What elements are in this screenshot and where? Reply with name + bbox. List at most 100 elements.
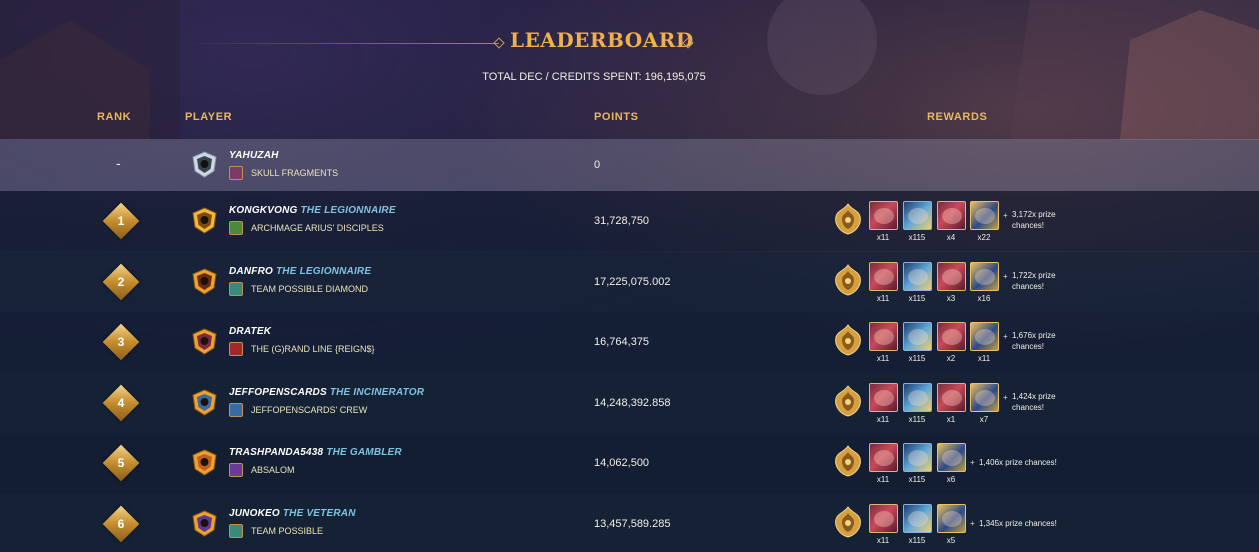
prize-chances: 1,722x prize chances! <box>1012 270 1056 292</box>
reward-quantity: x16 <box>977 294 991 303</box>
table-row[interactable]: 3 DRATEK THE (G)RAND LINE {REIGN$} 16,764,3… <box>0 312 1259 372</box>
total-spent-label: TOTAL DEC / CREDITS SPENT: 196,195,075 <box>482 71 706 83</box>
player-name-text: DANFRO <box>229 266 273 277</box>
guild-banner-icon <box>229 524 243 538</box>
reward-quantity: x7 <box>979 415 989 424</box>
player-name[interactable]: DANFRO THE LEGIONNAIRE <box>229 266 371 277</box>
reward-quantity: x2 <box>946 354 956 363</box>
reward-card-icon[interactable] <box>903 201 932 230</box>
reward-card-icon[interactable] <box>937 262 966 291</box>
column-header-rank: RANK <box>97 111 132 123</box>
player-title: THE LEGIONNAIRE <box>275 266 372 277</box>
reward-quantity: x6 <box>946 475 956 484</box>
league-shield-icon <box>192 449 217 476</box>
reward-card-icon[interactable] <box>903 262 932 291</box>
reward-card-icon[interactable] <box>970 201 999 230</box>
guild-name[interactable]: THE (G)RAND LINE {REIGN$} <box>251 344 375 354</box>
leaderboard-header: LEADERBOARD <box>0 28 1259 58</box>
table-row[interactable]: 2 DANFRO THE LEGIONNAIRE TEAM POSSIBLE DIAM… <box>0 252 1259 312</box>
prize-chances-line-1: 3,172x prize <box>1012 210 1056 219</box>
reward-card-icon[interactable] <box>869 443 898 472</box>
reward-card-icon[interactable] <box>937 322 966 351</box>
reward-quantity: x115 <box>908 354 926 363</box>
reward-card-icon[interactable] <box>937 504 966 533</box>
reward-card-icon[interactable] <box>970 262 999 291</box>
plus-icon: + <box>1003 393 1008 402</box>
reward-quantity: x11 <box>876 354 890 363</box>
prize-chances: 3,172x prize chances! <box>1012 209 1056 231</box>
rank-value: 4 <box>117 396 125 410</box>
reward-card-icon[interactable] <box>869 383 898 412</box>
golden-emblem-icon <box>835 445 861 477</box>
league-shield-icon <box>192 510 217 537</box>
guild-name[interactable]: ABSALOM <box>251 465 295 475</box>
plus-icon: + <box>970 458 975 467</box>
player-title: THE LEGIONNAIRE <box>300 205 396 216</box>
points-value: 31,728,750 <box>594 215 650 227</box>
league-shield-icon <box>192 207 217 234</box>
prize-chances: 1,676x prize chances! <box>1012 330 1056 352</box>
reward-quantity: x11 <box>876 233 890 242</box>
golden-emblem-icon <box>835 203 861 235</box>
prize-chances-line-1: 1,722x prize <box>1012 271 1056 280</box>
guild-name[interactable]: JEFFOPENSCARDS' CREW <box>251 405 367 415</box>
reward-card-icon[interactable] <box>869 201 898 230</box>
rank-value: 3 <box>117 335 125 349</box>
player-name[interactable]: TRASHPANDA5438 THE GAMBLER <box>229 447 402 458</box>
guild-banner-icon <box>229 166 243 180</box>
points-value: 14,248,392.858 <box>594 397 671 409</box>
prize-chances-line-2: chances! <box>1012 342 1045 351</box>
points-value: 16,764,375 <box>594 336 650 348</box>
league-shield-icon <box>192 151 217 178</box>
reward-quantity: x11 <box>977 354 991 363</box>
reward-card-icon[interactable] <box>970 383 999 412</box>
prize-chances-line-2: chances! <box>1012 282 1045 291</box>
current-user-row[interactable]: - YAHUZAH SKULL FRAGMENTS 0 <box>0 139 1259 191</box>
column-header-rewards: REWARDS <box>927 111 988 123</box>
player-name[interactable]: JEFFOPENSCARDS THE INCINERATOR <box>229 387 424 398</box>
table-row[interactable]: 6 JUNOKEO THE VETERAN TEAM POSSIBLE 13,457,5… <box>0 494 1259 552</box>
reward-card-icon[interactable] <box>869 262 898 291</box>
reward-quantity: x115 <box>908 536 926 545</box>
player-title: THE GAMBLER <box>326 447 402 458</box>
guild-name[interactable]: SKULL FRAGMENTS <box>251 168 338 178</box>
reward-card-icon[interactable] <box>970 322 999 351</box>
reward-quantity: x11 <box>876 415 890 424</box>
reward-quantity: x22 <box>977 233 991 242</box>
reward-card-icon[interactable] <box>903 322 932 351</box>
column-header-points: POINTS <box>594 111 639 123</box>
reward-card-icon[interactable] <box>937 443 966 472</box>
plus-icon: + <box>970 519 975 528</box>
points-value: 0 <box>594 159 601 171</box>
reward-card-icon[interactable] <box>903 443 932 472</box>
guild-name[interactable]: TEAM POSSIBLE DIAMOND <box>251 284 368 294</box>
reward-quantity: x5 <box>946 536 956 545</box>
guild-banner-icon <box>229 463 243 477</box>
reward-quantity: x4 <box>946 233 956 242</box>
reward-card-icon[interactable] <box>869 504 898 533</box>
table-row[interactable]: 5 TRASHPANDA5438 THE GAMBLER ABSALOM 14,062,… <box>0 433 1259 493</box>
points-value: 17,225,075.002 <box>594 276 671 288</box>
reward-card-icon[interactable] <box>937 201 966 230</box>
table-row[interactable]: 4 JEFFOPENSCARDS THE INCINERATOR JEFFOPENSC… <box>0 373 1259 433</box>
prize-chances-line-2: chances! <box>1012 221 1045 230</box>
plus-icon: + <box>1003 272 1008 281</box>
player-name[interactable]: DRATEK <box>229 326 271 337</box>
player-name[interactable]: YAHUZAH <box>229 150 279 161</box>
reward-card-icon[interactable] <box>937 383 966 412</box>
guild-name[interactable]: TEAM POSSIBLE <box>251 526 323 536</box>
player-name[interactable]: JUNOKEO THE VETERAN <box>229 508 356 519</box>
rank-value: 1 <box>117 214 125 228</box>
table-row[interactable]: 1 KONGKVONG THE LEGIONNAIRE ARCHMAGE ARIUS'… <box>0 191 1259 251</box>
reward-card-icon[interactable] <box>903 504 932 533</box>
player-name-text: JUNOKEO <box>229 508 280 519</box>
player-name[interactable]: KONGKVONG THE LEGIONNAIRE <box>229 205 396 216</box>
league-shield-icon <box>192 268 217 295</box>
guild-name[interactable]: ARCHMAGE ARIUS' DISCIPLES <box>251 223 384 233</box>
reward-card-icon[interactable] <box>903 383 932 412</box>
plus-icon: + <box>1003 332 1008 341</box>
reward-card-icon[interactable] <box>869 322 898 351</box>
points-value: 14,062,500 <box>594 457 650 469</box>
golden-emblem-icon <box>835 385 861 417</box>
golden-emblem-icon <box>835 264 861 296</box>
